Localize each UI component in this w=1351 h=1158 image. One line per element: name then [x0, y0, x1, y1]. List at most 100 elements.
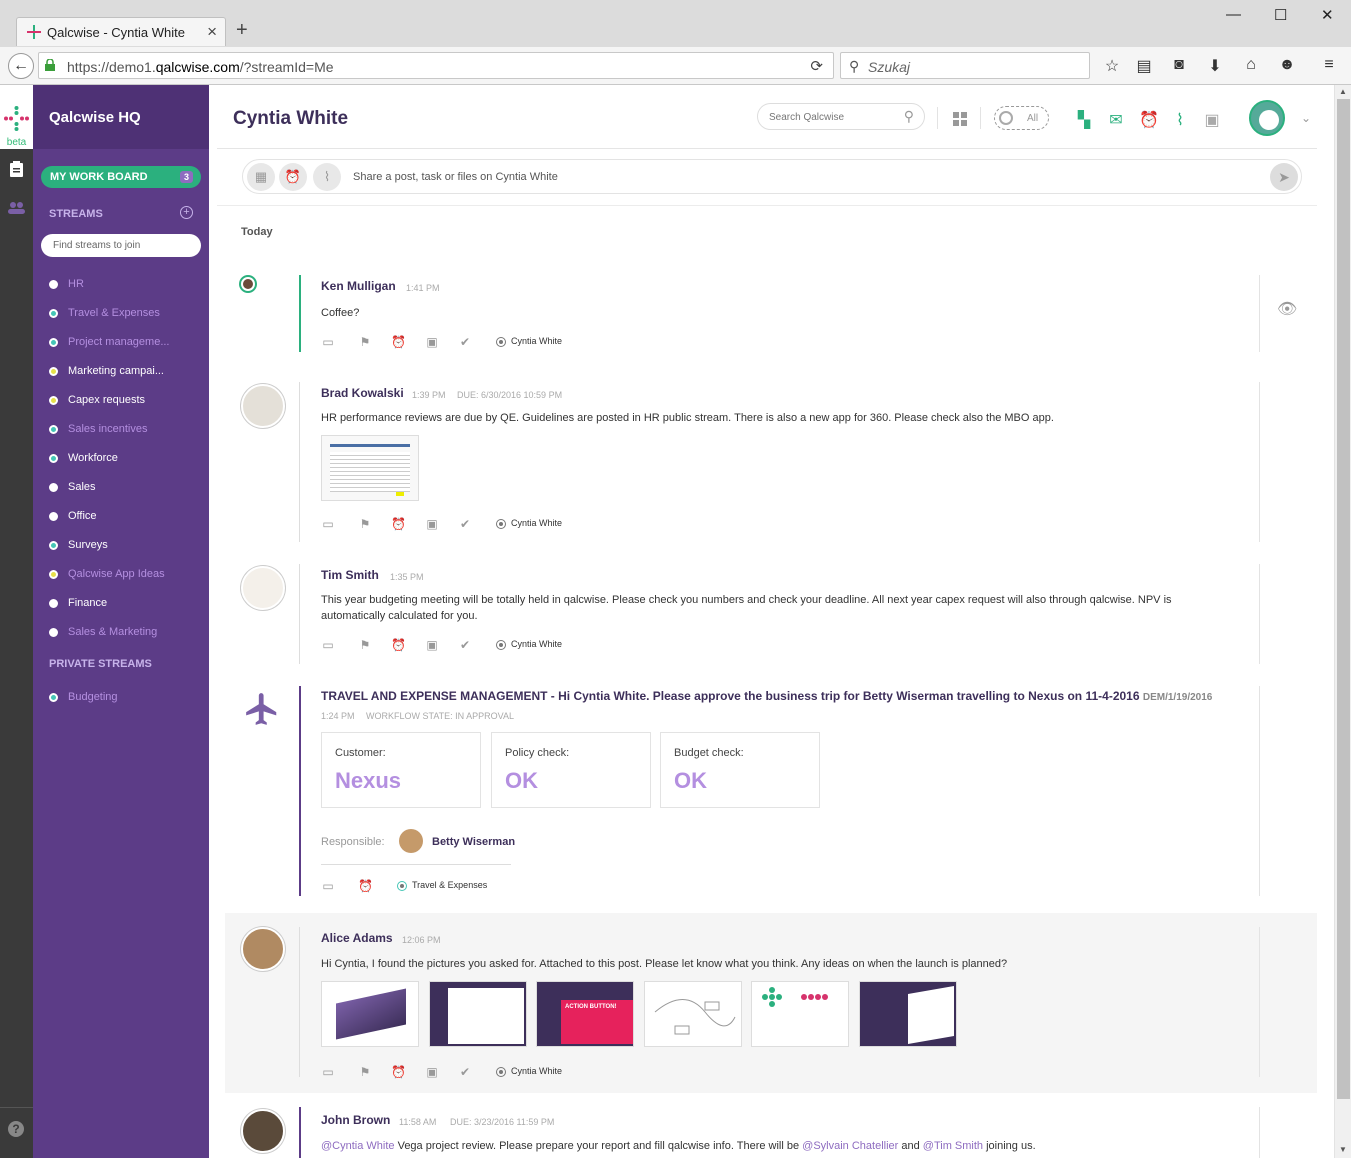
- eye-icon[interactable]: 👁: [1277, 299, 1297, 319]
- chevron-down-icon[interactable]: ⌄: [1301, 111, 1311, 125]
- comment-icon[interactable]: ▭: [321, 1065, 335, 1079]
- flag-icon[interactable]: ⚑: [358, 1065, 372, 1079]
- close-window-icon[interactable]: ✕: [1321, 6, 1334, 24]
- post-author[interactable]: Brad Kowalski: [321, 386, 404, 400]
- close-tab-icon[interactable]: ×: [207, 22, 217, 42]
- people-icon[interactable]: [8, 202, 25, 214]
- archive-icon[interactable]: ▣: [1203, 110, 1221, 130]
- flag-icon[interactable]: ⚑: [358, 335, 372, 349]
- search-qalcwise-input[interactable]: Search Qalcwise ⚲: [757, 103, 925, 130]
- post-author[interactable]: John Brown: [321, 1113, 390, 1127]
- send-icon[interactable]: ➤: [1270, 163, 1298, 191]
- attachment-thumbnail[interactable]: [321, 435, 419, 501]
- post-author[interactable]: Ken Mulligan: [321, 279, 396, 293]
- responsible-name[interactable]: Betty Wiserman: [432, 836, 515, 848]
- qalcwise-logo[interactable]: beta: [0, 85, 33, 149]
- avatar[interactable]: [241, 927, 285, 971]
- download-icon[interactable]: ⬇: [1205, 56, 1225, 76]
- avatar[interactable]: [241, 566, 285, 610]
- mention-link[interactable]: @Sylvain Chatellier: [802, 1140, 898, 1152]
- attachment-thumbnail[interactable]: ACTION BUTTON!: [536, 981, 634, 1047]
- scroll-up-icon[interactable]: ▲: [1339, 87, 1347, 96]
- apps-icon[interactable]: ▚: [1075, 110, 1093, 130]
- back-icon[interactable]: ←: [8, 53, 34, 79]
- avatar[interactable]: [241, 1109, 285, 1153]
- home-icon[interactable]: ⌂: [1241, 56, 1261, 74]
- post-stream-label[interactable]: Cyntia White: [511, 336, 562, 346]
- org-name[interactable]: Qalcwise HQ: [49, 109, 141, 126]
- grid-view-icon[interactable]: [953, 112, 968, 127]
- pocket-icon[interactable]: ◙: [1169, 56, 1189, 74]
- workflow-cards: Customer: Nexus Policy check: OK Budget ch…: [321, 732, 841, 810]
- post-stream-label[interactable]: Travel & Expenses: [412, 880, 487, 890]
- attachment-thumbnail[interactable]: [644, 981, 742, 1047]
- minimize-icon[interactable]: —: [1226, 6, 1241, 23]
- attachment-icon[interactable]: ⌇: [1171, 110, 1189, 130]
- post-stream-label[interactable]: Cyntia White: [511, 1066, 562, 1076]
- paperclip-icon[interactable]: ⌇: [313, 163, 341, 191]
- alarm-icon[interactable]: ⏰: [391, 517, 406, 531]
- work-board-button[interactable]: MY WORK BOARD 3: [41, 166, 201, 188]
- attachment-thumbnail[interactable]: [751, 981, 849, 1047]
- post-text: @Cyntia White Vega project review. Pleas…: [321, 1140, 1036, 1152]
- archive-icon[interactable]: ▣: [425, 335, 439, 349]
- scrollbar-thumb[interactable]: [1337, 99, 1350, 1099]
- flag-icon[interactable]: ⚑: [358, 638, 372, 652]
- alarm-icon[interactable]: ⏰: [1139, 110, 1159, 130]
- comment-icon[interactable]: ▭: [321, 517, 335, 531]
- alarm-icon[interactable]: ⏰: [391, 335, 406, 349]
- new-tab-icon[interactable]: +: [236, 19, 248, 42]
- filter-all-toggle[interactable]: All: [994, 106, 1049, 130]
- flag-icon[interactable]: ⚑: [358, 517, 372, 531]
- apps-icon[interactable]: ▦: [247, 163, 275, 191]
- avatar[interactable]: [241, 277, 255, 291]
- alarm-icon[interactable]: ⏰: [391, 1065, 406, 1079]
- workflow-title[interactable]: TRAVEL AND EXPENSE MANAGEMENT - Hi Cynti…: [321, 689, 1231, 703]
- post-due-date: DUE: 6/30/2016 10:59 PM: [457, 390, 563, 400]
- url-bar[interactable]: https://demo1.qalcwise.com/?streamId=Me …: [38, 52, 834, 79]
- archive-icon[interactable]: ▣: [425, 638, 439, 652]
- find-streams-input[interactable]: Find streams to join: [41, 234, 201, 257]
- avatar[interactable]: [399, 829, 423, 853]
- alarm-icon[interactable]: ⏰: [358, 879, 373, 893]
- attachment-thumbnail[interactable]: [321, 981, 419, 1047]
- stream-dot-icon: [49, 454, 58, 463]
- mention-link[interactable]: @Cyntia White: [321, 1140, 395, 1152]
- post-stream-label[interactable]: Cyntia White: [511, 518, 562, 528]
- emoji-icon[interactable]: ☻: [1277, 56, 1297, 74]
- scroll-down-icon[interactable]: ▼: [1339, 1145, 1347, 1154]
- check-icon[interactable]: ✔: [458, 638, 472, 652]
- post-composer[interactable]: ▦ ⏰ ⌇ Share a post, task or files on Cyn…: [242, 159, 1302, 194]
- scrollbar[interactable]: ▲ ▼: [1334, 85, 1351, 1158]
- bookmark-star-icon[interactable]: ☆: [1102, 56, 1122, 76]
- archive-icon[interactable]: ▣: [425, 1065, 439, 1079]
- post-author[interactable]: Alice Adams: [321, 931, 393, 945]
- avatar[interactable]: [241, 384, 285, 428]
- check-icon[interactable]: ✔: [458, 517, 472, 531]
- alarm-icon[interactable]: ⏰: [279, 163, 307, 191]
- reading-list-icon[interactable]: ▤: [1134, 56, 1154, 76]
- mention-link[interactable]: @Tim Smith: [923, 1140, 983, 1152]
- check-icon[interactable]: ✔: [458, 335, 472, 349]
- browser-search-input[interactable]: ⚲ Szukaj: [840, 52, 1090, 79]
- help-icon[interactable]: ?: [8, 1121, 24, 1137]
- mail-icon[interactable]: ✉: [1107, 110, 1125, 130]
- avatar[interactable]: [1249, 100, 1285, 136]
- browser-tab[interactable]: Qalcwise - Cyntia White ×: [16, 17, 226, 46]
- post-stream-label[interactable]: Cyntia White: [511, 639, 562, 649]
- stream-item-label: Sales: [68, 481, 96, 493]
- clipboard-icon[interactable]: [9, 161, 24, 177]
- attachment-thumbnail[interactable]: [429, 981, 527, 1047]
- add-stream-icon[interactable]: +: [180, 206, 193, 219]
- attachment-thumbnail[interactable]: [859, 981, 957, 1047]
- comment-icon[interactable]: ▭: [321, 879, 335, 893]
- maximize-icon[interactable]: ☐: [1274, 6, 1287, 24]
- alarm-icon[interactable]: ⏰: [391, 638, 406, 652]
- check-icon[interactable]: ✔: [458, 1065, 472, 1079]
- comment-icon[interactable]: ▭: [321, 335, 335, 349]
- archive-icon[interactable]: ▣: [425, 517, 439, 531]
- comment-icon[interactable]: ▭: [321, 638, 335, 652]
- post-author[interactable]: Tim Smith: [321, 568, 379, 582]
- menu-icon[interactable]: ≡: [1319, 56, 1339, 74]
- reload-icon[interactable]: ⟳: [810, 57, 823, 75]
